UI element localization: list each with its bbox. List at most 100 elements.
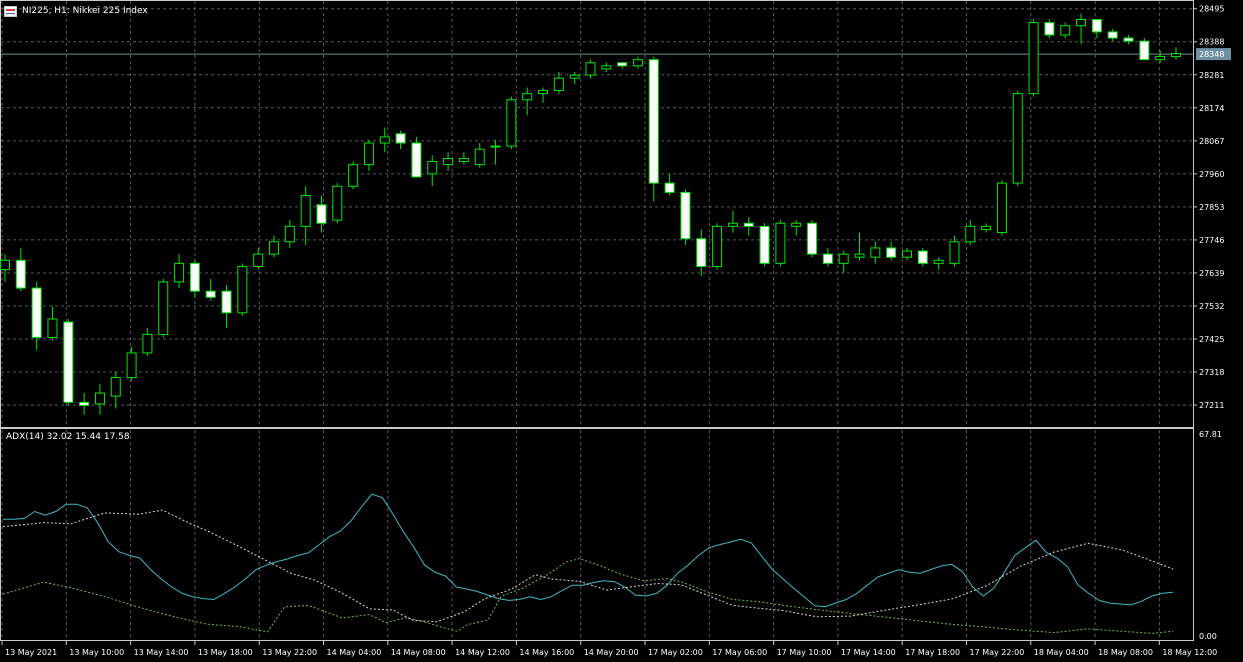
chart-title: NI225, H1: Nikkei 225 Index <box>4 4 148 18</box>
candle-bear <box>79 401 90 406</box>
candle-bull <box>379 136 390 144</box>
price-label: 28281 <box>1199 71 1224 80</box>
time-label: 17 May 06:00 <box>712 648 767 657</box>
candle-bull <box>727 222 738 227</box>
candle-bear <box>1091 19 1102 33</box>
candle-bull <box>791 222 802 227</box>
candle-bull <box>632 59 643 67</box>
time-label: 18 May 12:00 <box>1162 648 1217 657</box>
price-axis: 28495 28388 28281 28174 28067 27960 27853 27746… <box>1193 5 1231 410</box>
candle-bear <box>917 250 928 264</box>
candle-bull <box>965 225 976 243</box>
time-axis: 13 May 2021 13 May 10:00 13 May 14:00 13 Ma… <box>1 641 1217 657</box>
symbol-title: NI225, H1: Nikkei 225 Index <box>22 6 148 16</box>
price-label: 27318 <box>1199 368 1224 377</box>
candle-bull <box>490 145 501 148</box>
candle-bear <box>617 62 628 67</box>
candle-bull <box>601 65 612 70</box>
candle-bull <box>269 241 280 255</box>
candle-bear <box>886 247 897 258</box>
time-label: 13 May 18:00 <box>198 648 253 657</box>
candle-bull <box>237 265 248 314</box>
candle-bull <box>981 225 992 230</box>
adx-indicator <box>2 493 1174 634</box>
candle-bull <box>996 182 1007 234</box>
candle-bull <box>363 142 374 166</box>
time-label: 13 May 10:00 <box>69 648 124 657</box>
indicator-label: ADX(14) 32.02 15.44 17.58 <box>6 432 130 442</box>
candle-bull <box>870 247 881 258</box>
candle-bear <box>63 321 74 403</box>
candle-bull <box>47 318 58 338</box>
indicator-pane-frame <box>0 428 1194 641</box>
candle-bull <box>553 77 564 92</box>
price-label: 27425 <box>1199 335 1224 344</box>
candle-bull <box>538 90 549 95</box>
candle-bear <box>1107 31 1118 39</box>
candle-bull <box>712 225 723 267</box>
price-label: 27211 <box>1199 401 1224 410</box>
time-label: 17 May 18:00 <box>905 648 960 657</box>
price-label: 27639 <box>1199 269 1224 278</box>
candle-bull <box>158 281 169 335</box>
candle-bear <box>205 290 216 298</box>
candle-bull <box>0 259 10 271</box>
candle-bull <box>458 157 469 163</box>
candle-bull <box>253 253 264 267</box>
main-pane-frame <box>0 0 1194 428</box>
candle-bear <box>316 204 327 224</box>
time-label: 14 May 20:00 <box>584 648 639 657</box>
candle-bull <box>522 93 533 101</box>
candle-bear <box>664 182 675 193</box>
candle-bull <box>1076 19 1087 27</box>
candle-bear <box>1044 22 1055 36</box>
price-label: 27853 <box>1199 203 1224 212</box>
price-label: 28174 <box>1199 104 1224 113</box>
candle-bear <box>648 59 659 184</box>
candle-bull <box>284 225 295 243</box>
candle-bull <box>949 241 960 264</box>
candle-bear <box>411 142 422 178</box>
candle-bear <box>743 222 754 227</box>
candle-bull <box>901 250 912 258</box>
candle-bear <box>395 133 406 144</box>
candle-bull <box>110 377 121 397</box>
time-label: 14 May 04:00 <box>327 648 382 657</box>
time-label: 17 May 14:00 <box>841 648 896 657</box>
candle-bull <box>933 259 944 264</box>
chart-window-icon <box>4 5 17 17</box>
indicator-max-label: 67.81 <box>1199 430 1222 439</box>
price-label: 27960 <box>1199 170 1224 179</box>
candle-bear <box>822 253 833 264</box>
time-label: 13 May 14:00 <box>134 648 189 657</box>
adx-line <box>3 493 1174 608</box>
candle-bull <box>1155 56 1166 61</box>
time-label: 17 May 02:00 <box>648 648 703 657</box>
candle-bull <box>585 62 596 76</box>
indicator-axis: 67.81 0.00 <box>1199 430 1222 641</box>
time-label: 14 May 16:00 <box>519 648 574 657</box>
candle-bull <box>854 253 865 258</box>
candle-bull <box>142 333 153 354</box>
candle-bear <box>680 191 691 240</box>
price-label: 28067 <box>1199 137 1224 146</box>
candle-bull <box>569 74 580 79</box>
time-label: 17 May 22:00 <box>970 648 1025 657</box>
candle-bull <box>1171 52 1181 58</box>
time-label: 14 May 12:00 <box>455 648 510 657</box>
price-label: 28388 <box>1199 38 1224 47</box>
candle-bear <box>31 287 42 338</box>
candle-bull <box>1012 93 1023 184</box>
candle-bull <box>506 99 517 147</box>
plus-di-line <box>2 509 1174 623</box>
candle-bull <box>126 352 137 379</box>
candle-bull <box>1028 22 1039 95</box>
time-label: 18 May 04:00 <box>1034 648 1089 657</box>
candle-bull <box>300 194 311 227</box>
time-label: 18 May 08:00 <box>1098 648 1153 657</box>
candle-bear <box>759 225 770 264</box>
candle-bull <box>443 157 454 166</box>
candle-bear <box>1123 37 1134 42</box>
candle-bull <box>427 161 438 175</box>
candle-bull <box>332 185 343 221</box>
